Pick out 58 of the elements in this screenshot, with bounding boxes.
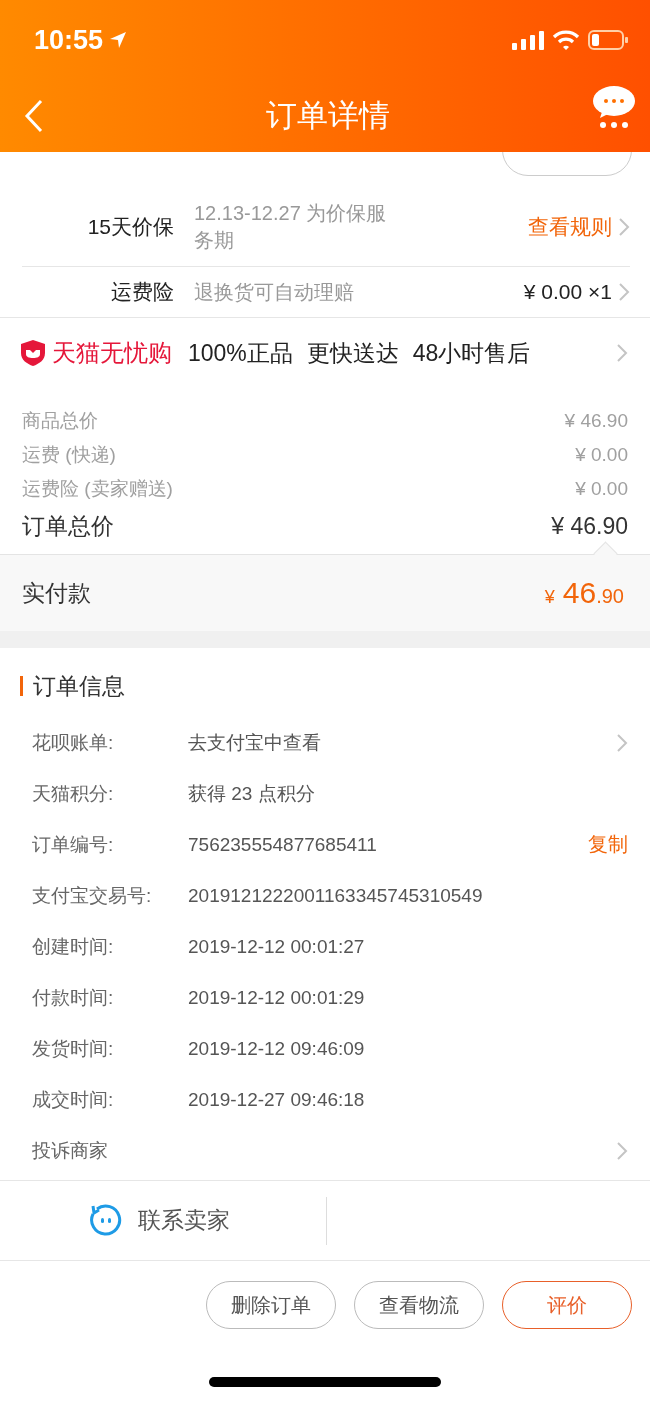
guarantee-banner[interactable]: 天猫无忧购 100%正品 更快送达 48小时售后 xyxy=(0,317,650,388)
guarantee-feature: 48小时售后 xyxy=(412,338,531,368)
chevron-icon xyxy=(616,732,628,753)
info-label[interactable]: 投诉商家 xyxy=(32,1137,108,1164)
paid-label: 实付款 xyxy=(22,578,91,608)
info-label: 发货时间: xyxy=(32,1036,115,1061)
chevron-icon xyxy=(616,1140,628,1161)
info-label: 订单编号: xyxy=(32,832,115,857)
contact-seller-button[interactable]: 联系卖家 xyxy=(88,1203,308,1238)
battery-icon xyxy=(588,30,628,50)
status-time: 10:55 xyxy=(34,24,104,56)
info-value: 获得 23 点积分 xyxy=(188,781,315,806)
cost-amount: ¥ 46.90 xyxy=(551,512,628,540)
signal-icon xyxy=(512,30,544,50)
info-value: 2019-12-12 00:01:27 xyxy=(188,935,365,958)
chat-face-icon xyxy=(88,1203,122,1238)
accent-bar xyxy=(20,676,23,696)
info-label: 付款时间: xyxy=(32,985,115,1010)
cost-amount: ¥ 0.00 xyxy=(575,478,628,500)
paid-amount: ¥ 46.90 xyxy=(544,576,624,610)
cost-label: 运费 (快递) xyxy=(22,443,116,467)
cost-amount: ¥ 46.90 xyxy=(564,410,628,432)
chevron-icon xyxy=(618,217,630,237)
info-label: 成交时间: xyxy=(32,1087,115,1112)
action-button[interactable]: 查看物流 xyxy=(354,1281,484,1329)
service-label: 15天价保 xyxy=(86,214,174,240)
info-value: 2019-12-27 09:46:18 xyxy=(188,1088,365,1111)
service-description: 12.13-12.27 为价保服务期 xyxy=(194,201,388,253)
info-value: 2019-12-12 00:01:29 xyxy=(188,986,365,1009)
brand-name: 天猫无忧购 xyxy=(52,338,172,368)
guarantee-feature: 100%正品 xyxy=(188,338,293,368)
cost-label: 订单总价 xyxy=(22,511,114,541)
info-label: 支付宝交易号: xyxy=(32,883,153,908)
section-title: 订单信息 xyxy=(33,671,125,701)
back-icon[interactable] xyxy=(24,99,44,133)
info-label: 创建时间: xyxy=(32,934,115,959)
info-value[interactable]: 去支付宝中查看 xyxy=(188,729,321,756)
page-title: 订单详情 xyxy=(265,97,391,135)
info-label: 天猫积分: xyxy=(32,781,115,806)
location-arrow-icon xyxy=(109,31,128,49)
chevron-icon xyxy=(618,282,630,302)
info-value: 2019121222001163345745310549 xyxy=(188,884,483,907)
cost-label: 运费险 (卖家赠送) xyxy=(22,477,173,501)
cost-amount: ¥ 0.00 xyxy=(575,444,628,466)
wifi-icon xyxy=(552,30,580,50)
action-button[interactable]: 删除订单 xyxy=(206,1281,336,1329)
guarantee-feature: 更快送达 xyxy=(306,338,399,368)
insurance-amount: ¥ 0.00 ×1 xyxy=(523,280,612,304)
info-label: 花呗账单: xyxy=(32,730,115,755)
cost-label: 商品总价 xyxy=(22,409,98,433)
chevron-icon xyxy=(616,343,628,363)
shield-icon xyxy=(20,339,46,367)
service-label: 运费险 xyxy=(110,279,174,305)
more-menu-icon[interactable] xyxy=(592,85,636,129)
info-value: 756235554877685411 xyxy=(188,833,377,856)
action-button[interactable]: 评价 xyxy=(502,1281,632,1329)
service-description: 退换货可自动理赔 xyxy=(194,279,355,305)
info-value: 2019-12-12 09:46:09 xyxy=(188,1037,365,1060)
